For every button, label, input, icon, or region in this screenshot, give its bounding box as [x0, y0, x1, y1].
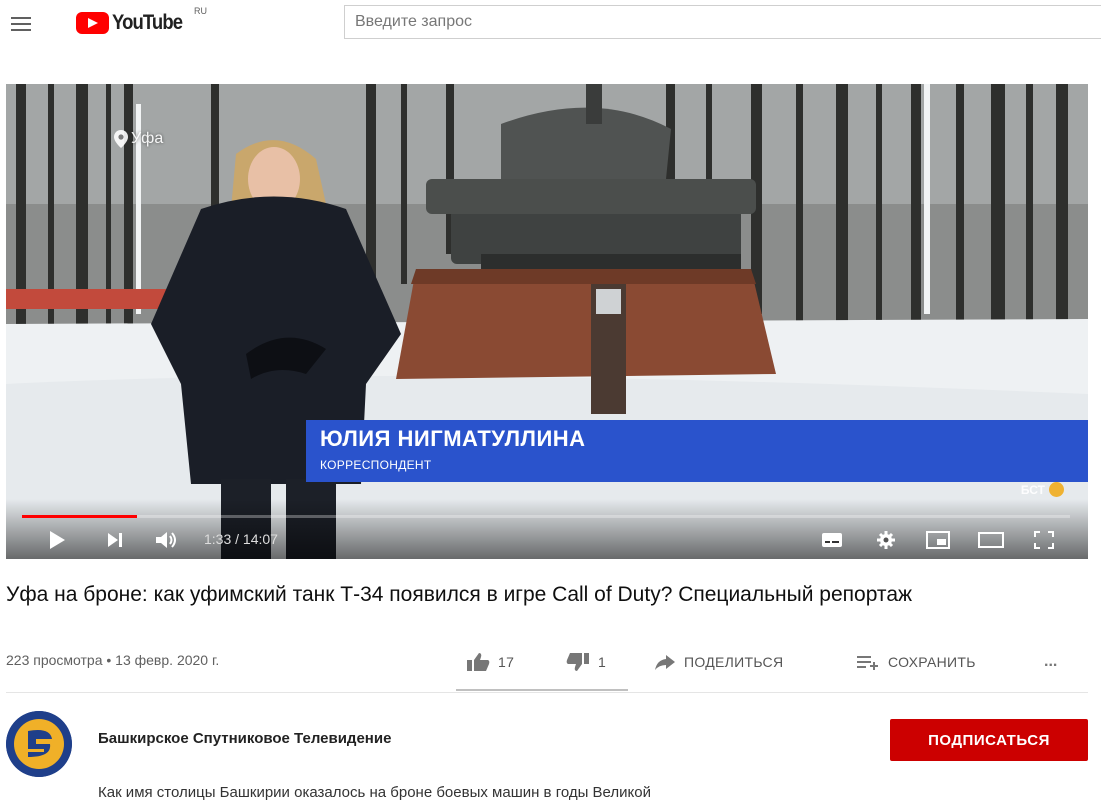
search-box[interactable]	[344, 5, 1101, 39]
divider	[6, 692, 1088, 693]
sentiment-bar	[456, 689, 628, 691]
more-actions-icon: ...	[1044, 653, 1058, 670]
view-count-date: 223 просмотра • 13 февр. 2020 г.	[6, 652, 220, 668]
dislike-count: 1	[598, 654, 607, 670]
location-pin-icon	[114, 130, 128, 148]
share-label: ПОДЕЛИТЬСЯ	[684, 654, 784, 670]
progress-played	[22, 515, 138, 518]
progress-bar[interactable]	[22, 515, 1070, 518]
save-label: СОХРАНИТЬ	[888, 654, 976, 670]
more-actions-button[interactable]: ...	[1044, 649, 1057, 675]
thumbs-down-icon	[566, 653, 589, 671]
play-button[interactable]	[44, 528, 70, 552]
miniplayer-icon	[926, 531, 950, 549]
video-description: Как имя столицы Башкирии оказалось на бр…	[98, 784, 651, 801]
video-title: Уфа на броне: как уфимский танк Т-34 поя…	[6, 583, 913, 606]
logo-region-label: RU	[194, 6, 207, 16]
logo-text: YouTube	[112, 11, 183, 34]
next-button[interactable]	[102, 528, 128, 552]
save-button[interactable]: СОХРАНИТЬ	[856, 649, 976, 675]
fullscreen-button[interactable]	[1030, 528, 1058, 552]
location-overlay: Уфа	[114, 130, 163, 148]
video-frame-scene	[6, 84, 1088, 559]
share-arrow-icon	[655, 655, 675, 670]
location-label: Уфа	[131, 130, 164, 147]
channel-watermark-label: БСТ	[1020, 482, 1045, 497]
subscribe-button[interactable]: ПОДПИСАТЬСЯ	[890, 719, 1088, 761]
settings-button[interactable]	[872, 528, 900, 552]
gear-icon	[877, 531, 895, 549]
next-icon	[108, 533, 122, 547]
dislike-button[interactable]: 1	[566, 649, 606, 675]
hamburger-menu-icon[interactable]	[8, 12, 36, 36]
play-icon	[50, 531, 65, 549]
like-button[interactable]: 17	[466, 649, 514, 675]
miniplayer-button[interactable]	[924, 528, 952, 552]
reporter-role: КОРРЕСПОНДЕНТ	[320, 458, 432, 472]
video-player[interactable]: Уфа ЮЛИЯ НИГМАТУЛЛИНА КОРРЕСПОНДЕНТ БСТ …	[6, 84, 1088, 559]
masthead: YouTube RU	[0, 0, 1101, 48]
subtitles-button[interactable]	[818, 528, 846, 552]
youtube-play-logo-icon	[76, 12, 109, 34]
fullscreen-icon	[1034, 531, 1054, 549]
volume-icon	[156, 532, 176, 548]
like-count: 17	[498, 654, 515, 670]
theater-mode-icon	[978, 532, 1004, 548]
time-display: 1:33 / 14:07	[204, 531, 278, 547]
lower-third-caption: ЮЛИЯ НИГМАТУЛЛИНА КОРРЕСПОНДЕНТ	[306, 420, 1088, 482]
search-input[interactable]	[345, 6, 1101, 38]
channel-avatar[interactable]	[6, 711, 72, 777]
bst-logo-icon	[1049, 482, 1064, 497]
reporter-name: ЮЛИЯ НИГМАТУЛЛИНА	[320, 426, 586, 451]
subtitles-icon	[822, 533, 842, 547]
playlist-add-icon	[857, 656, 878, 670]
share-button[interactable]: ПОДЕЛИТЬСЯ	[654, 649, 783, 675]
channel-watermark: БСТ	[1021, 482, 1064, 497]
volume-button[interactable]	[152, 528, 182, 552]
youtube-logo[interactable]: YouTube RU	[76, 6, 207, 35]
theater-mode-button[interactable]	[976, 528, 1006, 552]
channel-name[interactable]: Башкирское Спутниковое Телевидение	[98, 730, 391, 747]
bst-channel-logo-icon	[6, 711, 72, 777]
thumbs-up-icon	[467, 653, 490, 671]
